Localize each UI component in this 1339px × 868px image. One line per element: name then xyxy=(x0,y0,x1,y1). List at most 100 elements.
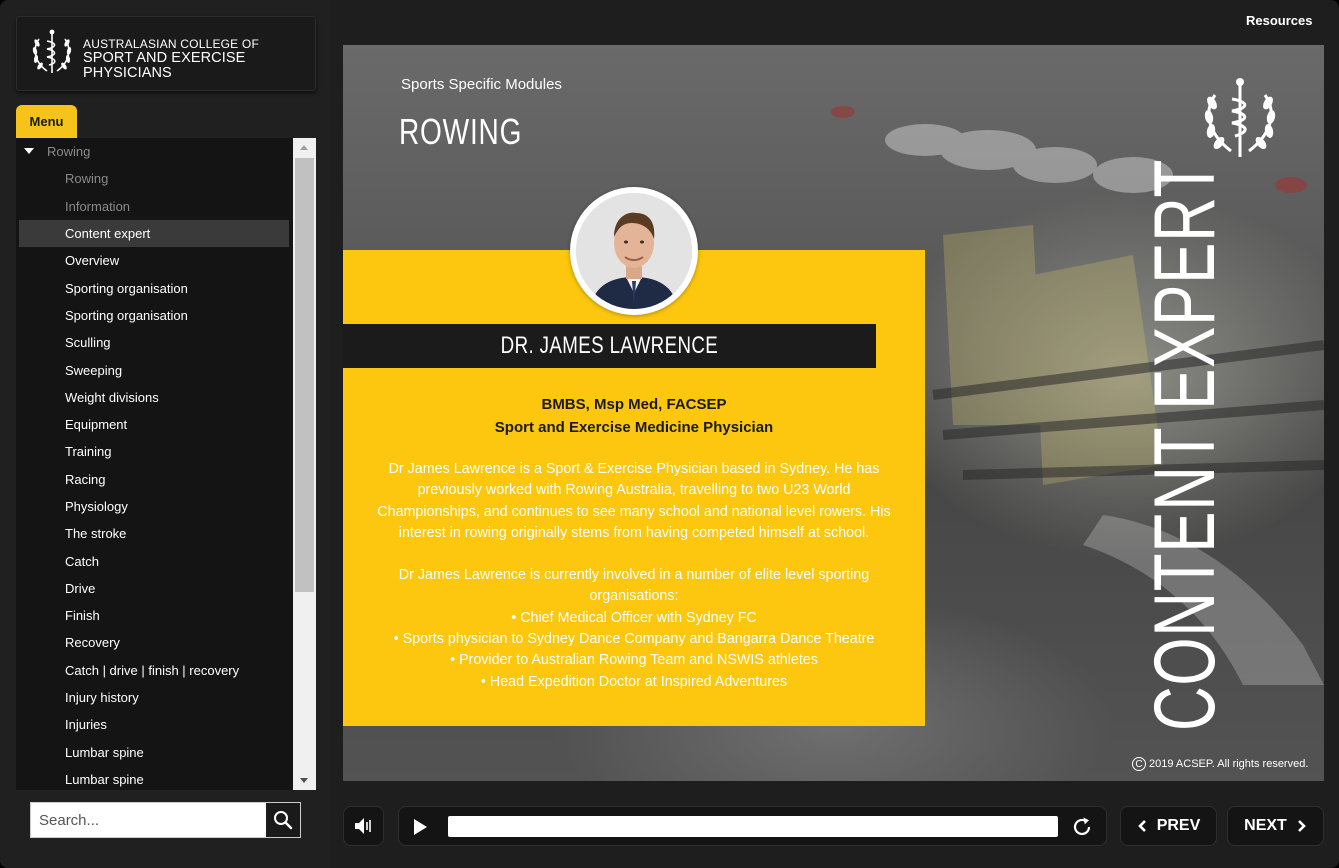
menu-item-label: Rowing xyxy=(47,144,91,160)
menu-item[interactable]: Sporting organisation xyxy=(16,274,293,301)
copyright-notice: C 2019 ACSEP. All rights reserved. xyxy=(1132,757,1308,771)
slide-stage: Sports Specific Modules ROWING CONTENT E… xyxy=(343,45,1324,781)
menu-item[interactable]: Sporting organisation xyxy=(16,302,293,329)
playback-bar xyxy=(398,806,1107,846)
menu-item[interactable]: Equipment xyxy=(16,411,293,438)
bio-paragraph: Dr James Lawrence is a Sport & Exercise … xyxy=(377,461,891,541)
chevron-left-icon xyxy=(1137,820,1146,832)
search-input[interactable] xyxy=(31,803,267,837)
caret-down-icon[interactable] xyxy=(24,148,34,154)
menu-item[interactable]: Physiology xyxy=(16,493,293,520)
prev-label: PREV xyxy=(1156,817,1201,834)
menu-item[interactable]: Finish xyxy=(16,602,293,629)
menu-item[interactable]: Recovery xyxy=(16,629,293,656)
search-button[interactable] xyxy=(266,803,300,837)
menu-item-label: Sporting organisation xyxy=(65,280,188,296)
menu-item[interactable]: Lumbar spine xyxy=(16,739,293,766)
player-window: AUSTRALASIAN COLLEGE OF SPORT AND EXERCI… xyxy=(0,0,1339,868)
menu-item-label: Content expert xyxy=(65,226,151,242)
menu-item-label: Equipment xyxy=(65,417,128,433)
bio-bullet: Chief Medical Officer with Sydney FC xyxy=(369,608,899,629)
caduceus-laurel-emblem-icon xyxy=(1204,78,1276,157)
scroll-down-arrow-icon[interactable] xyxy=(293,772,316,790)
expert-credentials: BMBS, Msp Med, FACSEP xyxy=(541,396,727,413)
college-name: AUSTRALASIAN COLLEGE OF SPORT AND EXERCI… xyxy=(83,38,315,80)
menu-item[interactable]: Injury history xyxy=(16,684,293,711)
menu-item-label: Injuries xyxy=(65,717,107,733)
expert-role: Sport and Exercise Medicine Physician xyxy=(494,419,774,436)
menu-item-label: Lumbar spine xyxy=(65,771,144,787)
menu-item[interactable]: Overview xyxy=(16,247,293,274)
play-icon[interactable] xyxy=(414,819,427,835)
bio-bullet: Sports physician to Sydney Dance Company… xyxy=(369,629,899,650)
search-icon xyxy=(274,811,293,830)
menu-item[interactable]: Catch | drive | finish | recovery xyxy=(16,657,293,684)
bio-bullet-list: Chief Medical Officer with Sydney FC Spo… xyxy=(369,608,899,693)
expert-card: DR. JAMES LAWRENCE BMBS, Msp Med, FACSEP… xyxy=(343,250,925,726)
menu-item[interactable]: Sculling xyxy=(16,329,293,356)
seek-bar[interactable] xyxy=(448,816,1058,837)
menu-item[interactable]: Catch xyxy=(16,547,293,574)
menu-item-label: Physiology xyxy=(65,499,128,514)
menu-item-label: The stroke xyxy=(65,526,127,542)
scroll-thumb[interactable] xyxy=(295,158,314,592)
menu-item[interactable]: Injuries xyxy=(16,711,293,738)
expert-credentials-block: BMBS, Msp Med, FACSEP Sport and Exercise… xyxy=(343,393,925,439)
menu-panel: Rowing Rowing Information Content expert Ove… xyxy=(16,138,316,790)
replay-icon[interactable] xyxy=(1070,815,1094,839)
menu-section-header[interactable]: Rowing xyxy=(16,138,293,165)
menu-item-label: Racing xyxy=(65,471,106,487)
slide-title: ROWING xyxy=(399,111,523,152)
module-subtitle: Sports Specific Modules xyxy=(401,76,562,93)
prev-button[interactable]: PREV xyxy=(1120,806,1217,846)
scroll-up-arrow-icon[interactable] xyxy=(293,138,316,156)
menu-tab[interactable]: Menu xyxy=(16,105,77,138)
menu-item-label: Injury history xyxy=(65,690,139,706)
menu-item[interactable]: Information xyxy=(16,193,293,220)
college-name-line1: AUSTRALASIAN COLLEGE OF xyxy=(83,37,259,51)
vertical-section-title-text: CONTENT EXPERT xyxy=(1137,158,1233,732)
sidebar: AUSTRALASIAN COLLEGE OF SPORT AND EXERCI… xyxy=(0,0,329,868)
copyright-icon: C xyxy=(1132,757,1146,771)
volume-icon xyxy=(354,818,371,834)
menu-scrollbar[interactable] xyxy=(293,138,316,790)
expert-portrait-image xyxy=(576,193,692,309)
menu-item[interactable]: Drive xyxy=(16,575,293,602)
menu-item-label: Lumbar spine xyxy=(65,744,144,760)
menu-item-label: Finish xyxy=(65,608,100,624)
expert-bio: Dr James Lawrence is a Sport & Exercise … xyxy=(369,459,899,693)
chevron-right-icon xyxy=(1297,820,1306,832)
menu-item-label: Sculling xyxy=(65,335,111,351)
bio-bullet: Provider to Australian Rowing Team and N… xyxy=(369,650,899,671)
menu-list: Rowing Rowing Information Content expert Ove… xyxy=(16,138,293,790)
next-label: NEXT xyxy=(1244,817,1287,834)
volume-button[interactable] xyxy=(343,806,384,846)
menu-item[interactable]: Weight divisions xyxy=(16,384,293,411)
menu-item[interactable]: Racing xyxy=(16,466,293,493)
menu-item-label: Information xyxy=(65,198,131,214)
expert-avatar xyxy=(570,187,698,315)
menu-item-label: Drive xyxy=(65,580,96,596)
caduceus-laurel-emblem-icon xyxy=(32,29,72,73)
search-box xyxy=(30,802,301,838)
bio-bullet: Head Expedition Doctor at Inspired Adven… xyxy=(369,672,899,693)
menu-item[interactable]: The stroke xyxy=(16,520,293,547)
menu-item[interactable]: Training xyxy=(16,438,293,465)
menu-item[interactable]: Rowing xyxy=(16,165,293,192)
menu-item-label: Training xyxy=(65,444,112,460)
next-button[interactable]: NEXT xyxy=(1227,806,1324,846)
menu-item[interactable]: Content expert xyxy=(19,219,289,248)
menu-item-label: Weight divisions xyxy=(65,389,159,405)
menu-item-label: Rowing xyxy=(65,171,109,187)
menu-item-label: Sporting organisation xyxy=(65,307,188,323)
menu-item-label: Catch xyxy=(65,553,99,569)
menu-item-label: Recovery xyxy=(65,635,120,651)
bio-paragraph: Dr James Lawrence is currently involved … xyxy=(398,567,870,605)
copyright-text: 2019 ACSEP. All rights reserved. xyxy=(1149,758,1309,770)
expert-name-bar: DR. JAMES LAWRENCE xyxy=(343,324,876,368)
resources-link[interactable]: Resources xyxy=(1246,13,1312,28)
menu-item[interactable]: Lumbar spine xyxy=(16,766,293,790)
menu-item[interactable]: Sweeping xyxy=(16,356,293,383)
college-name-line2: SPORT AND EXERCISE PHYSICIANS xyxy=(83,50,246,81)
menu-item-label: Overview xyxy=(65,253,120,269)
